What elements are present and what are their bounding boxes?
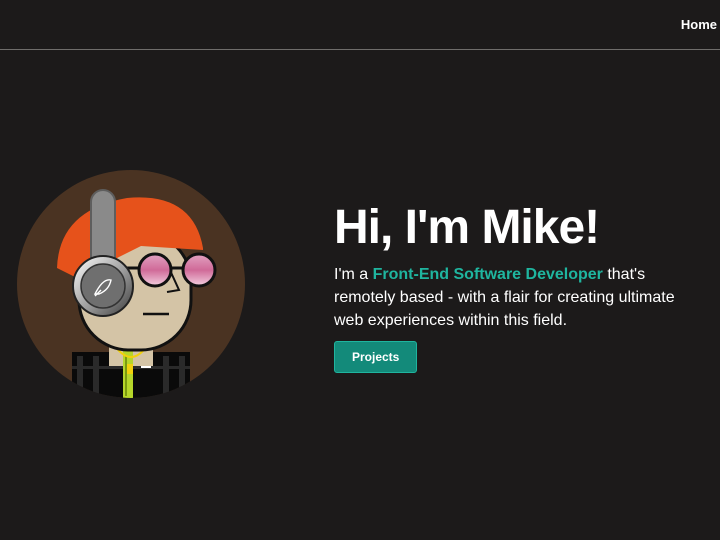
hero-section: Hi, I'm Mike! I'm a Front-End Software D…: [334, 198, 694, 373]
nav-home-link[interactable]: Home: [681, 17, 717, 32]
top-nav-bar: Home: [0, 0, 720, 50]
intro-prefix: I'm a: [334, 266, 369, 283]
role-highlight: Front-End Software Developer: [372, 266, 603, 283]
intro-text: I'm a Front-End Software Developer that'…: [334, 263, 694, 332]
avatar-illustration: [17, 170, 245, 398]
projects-button[interactable]: Projects: [334, 341, 418, 373]
page-title: Hi, I'm Mike!: [334, 201, 600, 254]
page: Home Hi, I'm Mike! I'm a Front-End Softw…: [0, 0, 720, 540]
